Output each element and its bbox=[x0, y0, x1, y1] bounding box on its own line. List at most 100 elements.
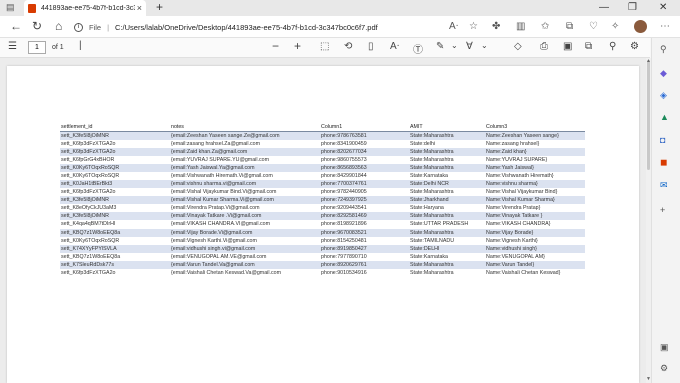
back-icon[interactable]: ← bbox=[10, 19, 22, 33]
draw-dropdown-icon[interactable]: ⌄ bbox=[451, 41, 458, 50]
collections-icon[interactable]: ⧉ bbox=[566, 21, 573, 32]
table-cell: State:Maharashtra bbox=[409, 147, 485, 156]
close-tab-icon[interactable]: × bbox=[137, 3, 142, 13]
table-cell: phone:9670083521 bbox=[320, 228, 409, 237]
table-cell: phone:9782440905 bbox=[321, 189, 367, 196]
close-window-button[interactable]: ✕ bbox=[659, 2, 667, 13]
table-cell: {email:zasang hrahsel.Za@gmail.com bbox=[171, 140, 260, 147]
home-icon[interactable]: ⌂ bbox=[55, 19, 62, 33]
table-cell: State:Delhi NCR bbox=[409, 179, 485, 189]
table-cell: sett_KBQ7z1W8oEEQ8a bbox=[60, 228, 170, 237]
table-cell: phone:8429901844 bbox=[321, 172, 367, 179]
add-text-icon[interactable]: Ⓣ bbox=[413, 41, 423, 56]
table-cell: State:Maharashtra bbox=[409, 131, 485, 140]
table-cell: {email:Vishwanath Hiremath.Vi@gmail.com bbox=[171, 172, 273, 179]
table-cell: State:DELHI bbox=[409, 244, 485, 253]
table-cell: {email:Vaishali Chetan Keswad.Va@gmail.c… bbox=[171, 270, 281, 277]
address-bar[interactable]: i File | C:/Users/lalab/OneDrive/Desktop… bbox=[74, 19, 512, 35]
outlook-icon[interactable]: ✉ bbox=[660, 180, 668, 191]
table-cell: sett_K6fp3dFzXTGA2o bbox=[61, 189, 116, 196]
fit-page-icon[interactable]: ⬚ bbox=[320, 41, 329, 52]
table-cell: sett_K6fpGrG4xBHOR bbox=[61, 156, 115, 163]
table-row: sett_K0JaH1tBErBkt3 {email:vishnu sharma.… bbox=[60, 179, 585, 189]
games-icon[interactable]: ▲ bbox=[660, 112, 669, 122]
table-cell: State:Maharashtra bbox=[410, 270, 454, 277]
save-as-icon[interactable]: ⧉ bbox=[585, 41, 592, 52]
erase-icon[interactable]: ◇ bbox=[514, 41, 522, 52]
search-icon[interactable]: ⚲ bbox=[660, 44, 667, 55]
table-cell: Name:Varun Tandel} bbox=[485, 260, 585, 269]
table-cell: {email:vishnu sharma.vi@gmail.com bbox=[170, 179, 320, 189]
table-cell: Name:VENUGOPAL AM} bbox=[486, 253, 545, 260]
table-row: sett_K6fp3dFzXTGA2o {email:Vaishali Cheta… bbox=[60, 269, 585, 277]
table-cell: phone:8656893563 bbox=[320, 163, 409, 172]
read-aloud-icon[interactable]: Aᐧ bbox=[449, 21, 458, 32]
table-cell: State:Karnataka bbox=[410, 253, 448, 260]
print-icon[interactable]: ⎙ bbox=[540, 41, 548, 52]
add-sidebar-icon[interactable]: + bbox=[660, 205, 665, 215]
table-cell: phone:8341900459 bbox=[321, 140, 367, 147]
header-column1: Column1 bbox=[320, 123, 409, 132]
table-row: sett_K6fpGrG4xBHOR {email:YUVRAJ SUPARE.Y… bbox=[60, 156, 585, 164]
table-cell: State:Maharashtra bbox=[409, 163, 485, 172]
split-screen-icon[interactable]: ▥ bbox=[516, 21, 525, 32]
table-cell: phone:7249397925 bbox=[320, 196, 409, 205]
tools-icon[interactable]: ◈ bbox=[660, 90, 667, 101]
table-cell: Name:Zaid khan} bbox=[485, 147, 585, 156]
extensions-icon[interactable]: ✤ bbox=[492, 21, 500, 32]
pin-toolbar-icon[interactable]: ⚲ bbox=[609, 41, 616, 52]
table-cell: phone:8919850427 bbox=[320, 244, 409, 253]
page-number-input[interactable]: 1 bbox=[28, 41, 46, 54]
browser-essentials-icon[interactable]: ♡ bbox=[589, 21, 598, 32]
table-row: sett_K8eOfyCkJU3aM3 {email:Virendra Prata… bbox=[60, 204, 585, 212]
active-tab[interactable]: 441893ae-ee75-4b7f-b1cd-3c347bc0c6f7.pdf… bbox=[24, 0, 146, 16]
table-row: sett_K3fe5l8jOiMNR {email:Vinayak Tatkare… bbox=[60, 212, 585, 221]
table-cell: sett_K6fp3dFzXTGA2o bbox=[61, 270, 116, 277]
header-amit: AMIT bbox=[409, 123, 485, 132]
zoom-out-button[interactable]: − bbox=[272, 39, 279, 53]
table-cell: Name:Yash Jaiswal} bbox=[485, 163, 585, 172]
refresh-icon[interactable]: ↻ bbox=[32, 19, 42, 33]
table-cell: sett_K3fe5l8jOiMNR bbox=[60, 196, 170, 205]
minimize-button[interactable]: — bbox=[599, 2, 609, 13]
favorites-bar-icon[interactable]: ✩ bbox=[541, 21, 549, 32]
restore-button[interactable]: ❐ bbox=[628, 2, 637, 13]
table-cell: {email:Zaid khan.Za@gmail.com bbox=[170, 147, 320, 156]
shopping-icon[interactable]: ◆ bbox=[660, 68, 667, 79]
read-aloud-pdf-icon[interactable]: Aᐧ bbox=[390, 41, 399, 52]
page-view-icon[interactable]: ▯ bbox=[368, 41, 374, 52]
table-cell: {email:Zeeshan Yaseen sange.Ze@gmail.com bbox=[170, 131, 320, 140]
table-cell: State:Karnataka bbox=[410, 172, 448, 179]
microsoft-365-icon[interactable]: ◘ bbox=[660, 135, 665, 145]
favorite-icon[interactable]: ☆ bbox=[469, 21, 478, 32]
vertical-divider: | bbox=[79, 40, 82, 51]
settlement-table: settlement_id notes Column1 AMIT Column3… bbox=[60, 123, 585, 277]
zoom-in-button[interactable]: + bbox=[294, 39, 301, 53]
sidebar-settings-icon[interactable]: ⚙ bbox=[660, 363, 668, 374]
profile-avatar[interactable] bbox=[634, 20, 647, 33]
info-icon[interactable]: i bbox=[74, 22, 83, 32]
table-cell: phone:9209443541 bbox=[321, 205, 367, 212]
settings-gear-icon[interactable]: ⚙ bbox=[630, 41, 639, 52]
sidebar-layout-icon[interactable]: ▣ bbox=[660, 342, 669, 353]
contents-icon[interactable]: ☰ bbox=[8, 41, 17, 52]
save-icon[interactable]: ▣ bbox=[563, 41, 572, 52]
tab-actions-icon[interactable]: ▤ bbox=[6, 2, 15, 13]
more-menu-icon[interactable]: ⋯ bbox=[660, 21, 670, 32]
table-cell: sett_K3fe5l8jOiMNR bbox=[60, 212, 170, 221]
rotate-icon[interactable]: ⟲ bbox=[344, 41, 352, 52]
copilot-icon[interactable]: ✧ bbox=[611, 21, 619, 32]
table-cell: {email:Yash Jaiswal.Ya@gmail.com bbox=[170, 163, 320, 172]
table-cell: Name:zasang hrahsel} bbox=[486, 140, 540, 147]
draw-icon[interactable]: ✎ bbox=[436, 41, 444, 52]
office-icon[interactable]: ◼ bbox=[660, 157, 667, 168]
highlight-dropdown-icon[interactable]: ⌄ bbox=[481, 41, 488, 50]
scrollbar-thumb[interactable] bbox=[647, 60, 650, 170]
table-cell: {email:VIKASH CHANDRA.VI@gmail.com bbox=[171, 221, 270, 228]
url-text[interactable]: C:/Users/lalab/OneDrive/Desktop/441893ae… bbox=[115, 23, 378, 32]
highlight-icon[interactable]: ∀ bbox=[466, 41, 473, 52]
table-cell: phone:8154250481 bbox=[321, 237, 367, 244]
new-tab-button[interactable]: + bbox=[156, 0, 163, 14]
table-cell: sett_K3fe5l8jOiMNR bbox=[60, 131, 170, 140]
table-row: sett_K0Ky6TOqxRoSQR {email:Yash Jaiswal.Y… bbox=[60, 163, 585, 172]
